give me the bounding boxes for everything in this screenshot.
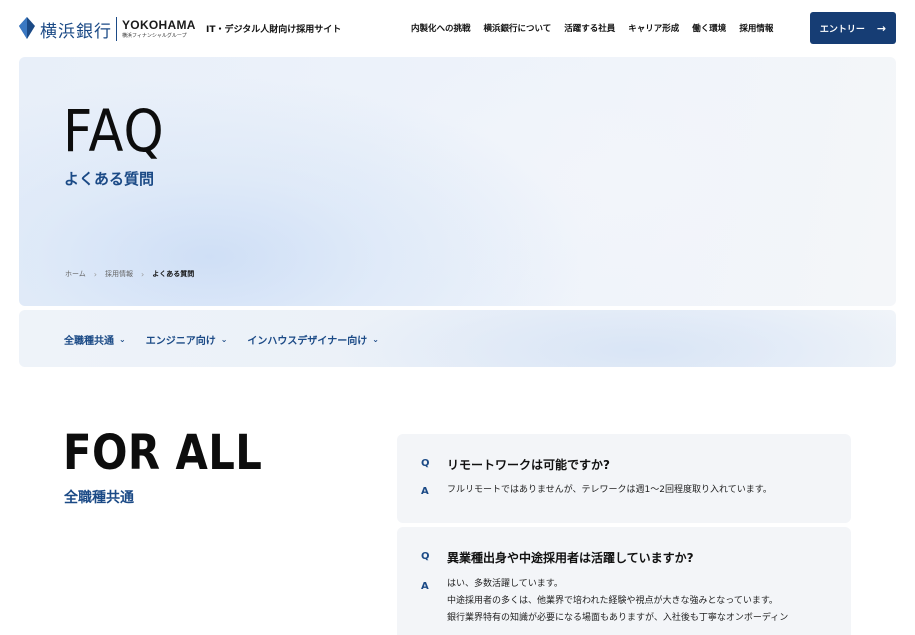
page-subtitle: よくある質問 <box>64 170 155 188</box>
page-title: FAQ <box>63 97 165 165</box>
section-subtitle: 全職種共通 <box>64 490 134 506</box>
breadcrumb-home[interactable]: ホーム <box>65 269 86 279</box>
nav-item-about[interactable]: 横浜銀行について <box>484 22 552 34</box>
logo-divider <box>116 17 117 41</box>
global-nav: 内製化への挑戦 横浜銀行について 活躍する社員 キャリア形成 働く環境 採用情報 <box>411 22 773 34</box>
faq-answer: フルリモートではありませんが、テレワークは週1〜2回程度取り入れています。 <box>447 482 772 499</box>
arrow-right-icon: → <box>876 21 887 35</box>
nav-item-insourcing[interactable]: 内製化への挑戦 <box>411 22 471 34</box>
logo-english-text[interactable]: YOKOHAMA <box>122 18 196 32</box>
category-tabs: 全職種共通 ⌄ エンジニア向け ⌄ インハウスデザイナー向け ⌄ <box>64 332 379 347</box>
faq-answer-line: はい、多数活躍しています。 <box>447 579 563 589</box>
bank-logo-icon[interactable] <box>18 17 36 39</box>
nav-item-environment[interactable]: 働く環境 <box>692 22 726 34</box>
logo-japanese-text[interactable]: 横浜銀行 <box>40 17 112 42</box>
logo-group-text: 横浜フィナンシャルグループ <box>122 33 187 39</box>
tab-label: インハウスデザイナー向け <box>247 336 368 347</box>
tab-label: 全職種共通 <box>64 336 114 347</box>
tab-all-roles[interactable]: 全職種共通 ⌄ <box>64 332 126 347</box>
section-title: FOR ALL <box>63 425 263 481</box>
hero-banner: FAQ よくある質問 ホーム › 採用情報 › よくある質問 <box>19 57 896 306</box>
nav-item-recruitment[interactable]: 採用情報 <box>739 22 773 34</box>
question-mark-label: Q <box>421 551 430 562</box>
nav-item-employees[interactable]: 活躍する社員 <box>564 22 615 34</box>
site-header: 横浜銀行 YOKOHAMA 横浜フィナンシャルグループ IT・デジタル人財向け採… <box>0 0 915 57</box>
chevron-down-icon: ⌄ <box>220 335 228 344</box>
tab-engineers[interactable]: エンジニア向け ⌄ <box>146 332 228 347</box>
breadcrumb-recruitment[interactable]: 採用情報 <box>105 269 133 279</box>
faq-answer-line: 中途採用者の多くは、他業界で培われた経験や視点が大きな強みとなっています。 <box>447 596 778 606</box>
faq-answer-line: フルリモートではありませんが、テレワークは週1〜2回程度取り入れています。 <box>447 485 772 495</box>
breadcrumb-current: よくある質問 <box>152 270 195 278</box>
breadcrumb: ホーム › 採用情報 › よくある質問 <box>65 269 194 279</box>
chevron-down-icon: ⌄ <box>372 335 379 344</box>
faq-question: リモートワークは可能ですか? <box>447 458 610 472</box>
chevron-right-icon: › <box>93 269 97 279</box>
faq-answer: はい、多数活躍しています。 中途採用者の多くは、他業界で培われた経験や視点が大き… <box>447 576 788 627</box>
faq-item: Q リモートワークは可能ですか? A フルリモートではありませんが、テレワークは… <box>397 434 851 523</box>
chevron-right-icon: › <box>141 269 145 279</box>
question-mark-label: Q <box>421 458 430 469</box>
faq-item: Q 異業種出身や中途採用者は活躍していますか? A はい、多数活躍しています。 … <box>397 527 851 635</box>
entry-button[interactable]: エントリー → <box>810 12 896 44</box>
chevron-down-icon: ⌄ <box>119 335 126 344</box>
nav-item-career[interactable]: キャリア形成 <box>628 22 679 34</box>
tab-label: エンジニア向け <box>145 336 216 347</box>
entry-button-label: エントリー <box>819 24 865 35</box>
answer-mark-label: A <box>421 581 429 592</box>
tab-inhouse-designers[interactable]: インハウスデザイナー向け ⌄ <box>247 332 379 347</box>
faq-answer-line: 銀行業界特有の知識が必要になる場面もありますが、入社後も丁寧なオンボーディン <box>447 613 789 623</box>
answer-mark-label: A <box>421 486 429 497</box>
faq-question: 異業種出身や中途採用者は活躍していますか? <box>447 551 694 565</box>
category-tabs-bar: 全職種共通 ⌄ エンジニア向け ⌄ インハウスデザイナー向け ⌄ <box>19 310 896 367</box>
site-label: IT・デジタル人財向け採用サイト <box>206 25 342 35</box>
